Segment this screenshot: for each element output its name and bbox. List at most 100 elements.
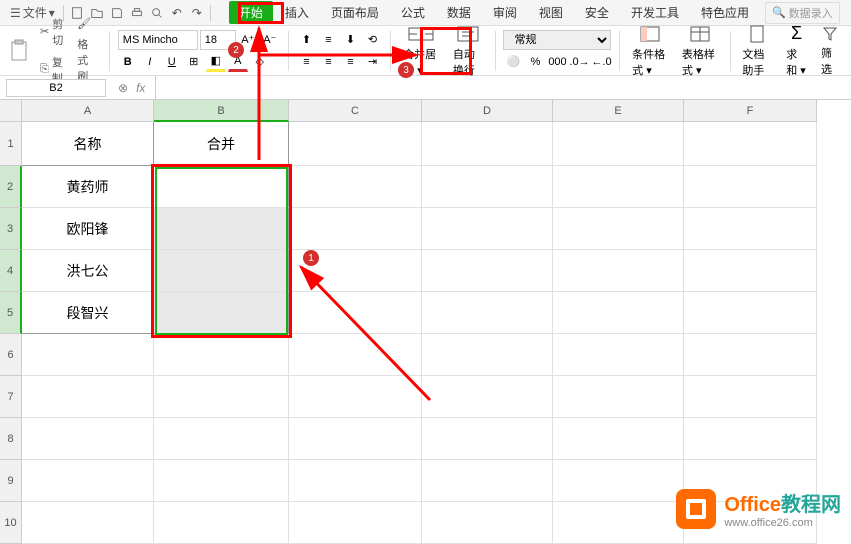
tab-review[interactable]: 审阅 (483, 0, 527, 25)
cell-A3[interactable]: 欧阳锋 (22, 208, 154, 250)
cell-F2[interactable] (684, 166, 817, 208)
cell-F5[interactable] (684, 292, 817, 334)
align-middle-button[interactable]: ≡ (318, 30, 338, 50)
cell-F6[interactable] (684, 334, 817, 376)
cell-D2[interactable] (422, 166, 553, 208)
fill-color-button[interactable]: ◧ (206, 52, 226, 72)
cell-F7[interactable] (684, 376, 817, 418)
cell-C7[interactable] (289, 376, 422, 418)
cell-F4[interactable] (684, 250, 817, 292)
row-header-1[interactable]: 1 (0, 122, 22, 166)
decrease-decimal-button[interactable]: ←.0 (591, 52, 611, 72)
cell-D7[interactable] (422, 376, 553, 418)
cell-C2[interactable] (289, 166, 422, 208)
row-header-8[interactable]: 8 (0, 418, 22, 460)
cell-A8[interactable] (22, 418, 154, 460)
cell-C3[interactable] (289, 208, 422, 250)
cell-D3[interactable] (422, 208, 553, 250)
indent-button[interactable]: ⇥ (362, 52, 382, 72)
format-painter-button[interactable]: 🖌 (73, 15, 101, 32)
filter-button[interactable]: 筛选 (817, 23, 843, 79)
cell-D9[interactable] (422, 460, 553, 502)
cell-E6[interactable] (553, 334, 684, 376)
cell-E8[interactable] (553, 418, 684, 460)
tab-security[interactable]: 安全 (575, 0, 619, 25)
col-header-D[interactable]: D (422, 100, 553, 122)
cell-B3[interactable] (154, 208, 289, 250)
col-header-F[interactable]: F (684, 100, 817, 122)
name-box[interactable] (6, 79, 106, 97)
comma-button[interactable]: 000 (547, 52, 567, 72)
col-header-E[interactable]: E (553, 100, 684, 122)
cell-B1[interactable]: 合并 (154, 122, 289, 166)
cell-A9[interactable] (22, 460, 154, 502)
cell-B9[interactable] (154, 460, 289, 502)
clear-format-button[interactable]: ◇ (250, 52, 270, 72)
cell-B5[interactable] (154, 292, 289, 334)
cut-button[interactable]: ✂ 剪切 (36, 14, 67, 50)
cell-D8[interactable] (422, 418, 553, 460)
row-header-3[interactable]: 3 (0, 208, 22, 250)
decrease-font-button[interactable]: A⁻ (260, 30, 280, 50)
cell-B6[interactable] (154, 334, 289, 376)
row-header-4[interactable]: 4 (0, 250, 22, 292)
sum-button[interactable]: Σ 求和 ▾ (782, 21, 811, 80)
cell-B7[interactable] (154, 376, 289, 418)
cell-C1[interactable] (289, 122, 422, 166)
tab-view[interactable]: 视图 (529, 0, 573, 25)
cell-E4[interactable] (553, 250, 684, 292)
select-all-corner[interactable] (0, 100, 22, 122)
auto-wrap-button[interactable]: 自动换行 (449, 22, 487, 80)
cell-F1[interactable] (684, 122, 817, 166)
cell-E3[interactable] (553, 208, 684, 250)
cell-F8[interactable] (684, 418, 817, 460)
cell-E7[interactable] (553, 376, 684, 418)
cell-D10[interactable] (422, 502, 553, 544)
cell-B8[interactable] (154, 418, 289, 460)
cell-A2[interactable]: 黄药师 (22, 166, 154, 208)
fx-icon[interactable]: fx (132, 81, 149, 95)
cell-D6[interactable] (422, 334, 553, 376)
preview-icon[interactable] (148, 4, 166, 22)
col-header-A[interactable]: A (22, 100, 154, 122)
currency-button[interactable]: ⚪ (503, 52, 523, 72)
cell-E2[interactable] (553, 166, 684, 208)
align-bottom-button[interactable]: ⬇ (340, 30, 360, 50)
paste-button[interactable] (8, 31, 30, 71)
align-center-button[interactable]: ≡ (318, 52, 338, 72)
row-header-10[interactable]: 10 (0, 502, 22, 544)
tab-start[interactable]: 开始 (229, 1, 273, 24)
row-header-2[interactable]: 2 (0, 166, 22, 208)
cond-format-button[interactable]: 条件格式 ▾ (628, 22, 672, 80)
cell-D5[interactable] (422, 292, 553, 334)
cell-B10[interactable] (154, 502, 289, 544)
row-header-6[interactable]: 6 (0, 334, 22, 376)
increase-decimal-button[interactable]: .0→ (569, 52, 589, 72)
save-icon[interactable] (108, 4, 126, 22)
row-header-9[interactable]: 9 (0, 460, 22, 502)
cell-C10[interactable] (289, 502, 422, 544)
row-header-5[interactable]: 5 (0, 292, 22, 334)
cell-F3[interactable] (684, 208, 817, 250)
cell-E5[interactable] (553, 292, 684, 334)
cell-E9[interactable] (553, 460, 684, 502)
cell-A7[interactable] (22, 376, 154, 418)
bold-button[interactable]: B (118, 52, 138, 72)
border-button[interactable]: ⊞ (184, 52, 204, 72)
cell-B4[interactable] (154, 250, 289, 292)
redo-icon[interactable]: ↷ (188, 4, 206, 22)
cell-D1[interactable] (422, 122, 553, 166)
row-header-7[interactable]: 7 (0, 376, 22, 418)
cell-C5[interactable] (289, 292, 422, 334)
align-left-button[interactable]: ≡ (296, 52, 316, 72)
cell-A4[interactable]: 洪七公 (22, 250, 154, 292)
cell-C8[interactable] (289, 418, 422, 460)
cell-D4[interactable] (422, 250, 553, 292)
align-right-button[interactable]: ≡ (340, 52, 360, 72)
cell-E10[interactable] (553, 502, 684, 544)
col-header-B[interactable]: B (154, 100, 289, 122)
undo-icon[interactable]: ↶ (168, 4, 186, 22)
cell-A1[interactable]: 名称 (22, 122, 154, 166)
align-top-button[interactable]: ⬆ (296, 30, 316, 50)
underline-button[interactable]: U (162, 52, 182, 72)
